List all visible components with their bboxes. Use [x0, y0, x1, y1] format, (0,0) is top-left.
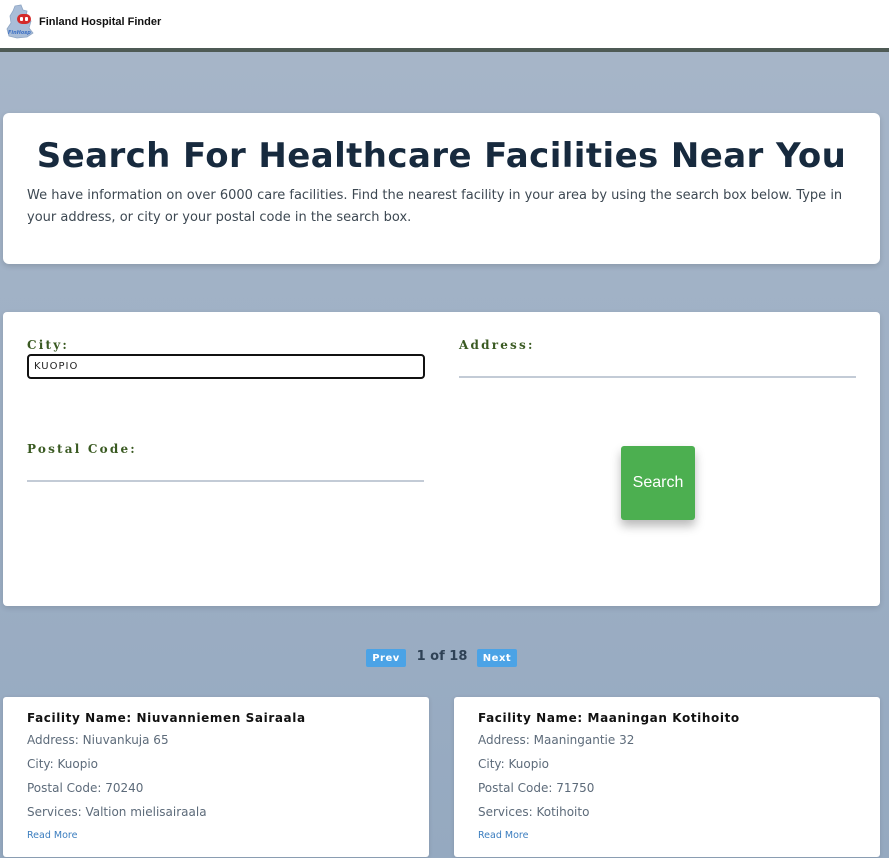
facility-services: Services: Valtion mielisairaala — [27, 805, 207, 819]
facility-city: City: Kuopio — [27, 757, 99, 771]
search-form: City: Address: Postal Code: Search — [3, 312, 880, 606]
page-title: Search For Healthcare Facilities Near Yo… — [36, 136, 847, 176]
finland-map-logo-icon[interactable]: FinHosp — [5, 4, 39, 40]
address-input[interactable] — [459, 352, 856, 378]
page-indicator: 1 of 18 — [416, 649, 468, 664]
search-button[interactable]: Search — [621, 446, 695, 520]
prev-button[interactable]: Prev — [366, 649, 406, 667]
postal-code-label: Postal Code: — [27, 442, 137, 456]
read-more-link[interactable]: Read More — [27, 830, 77, 841]
result-card: Facility Name: Niuvanniemen Sairaala Add… — [3, 697, 429, 857]
facility-address: Address: Niuvankuja 65 — [27, 733, 169, 747]
facility-name: Facility Name: Maaningan Kotihoito — [478, 711, 740, 725]
brand-title[interactable]: Finland Hospital Finder — [39, 16, 161, 28]
facility-name: Facility Name: Niuvanniemen Sairaala — [27, 711, 306, 725]
read-more-link[interactable]: Read More — [478, 830, 528, 841]
facility-services: Services: Kotihoito — [478, 805, 590, 819]
next-button[interactable]: Next — [477, 649, 517, 667]
facility-postal-code: Postal Code: 71750 — [478, 781, 595, 795]
facility-postal-code: Postal Code: 70240 — [27, 781, 144, 795]
facility-address: Address: Maaningantie 32 — [478, 733, 635, 747]
pagination: Prev 1 of 18 Next — [0, 646, 889, 668]
hero-card: Search For Healthcare Facilities Near Yo… — [3, 113, 880, 264]
result-card: Facility Name: Maaningan Kotihoito Addre… — [454, 697, 880, 857]
postal-code-input[interactable] — [27, 456, 424, 482]
address-label: Address: — [459, 338, 535, 352]
city-label: City: — [27, 338, 70, 352]
hero-description: We have information on over 6000 care fa… — [27, 188, 843, 225]
svg-text:FinHosp: FinHosp — [8, 30, 31, 36]
facility-city: City: Kuopio — [478, 757, 550, 771]
navbar: FinHosp Finland Hospital Finder — [0, 0, 889, 52]
city-input[interactable] — [27, 354, 425, 379]
